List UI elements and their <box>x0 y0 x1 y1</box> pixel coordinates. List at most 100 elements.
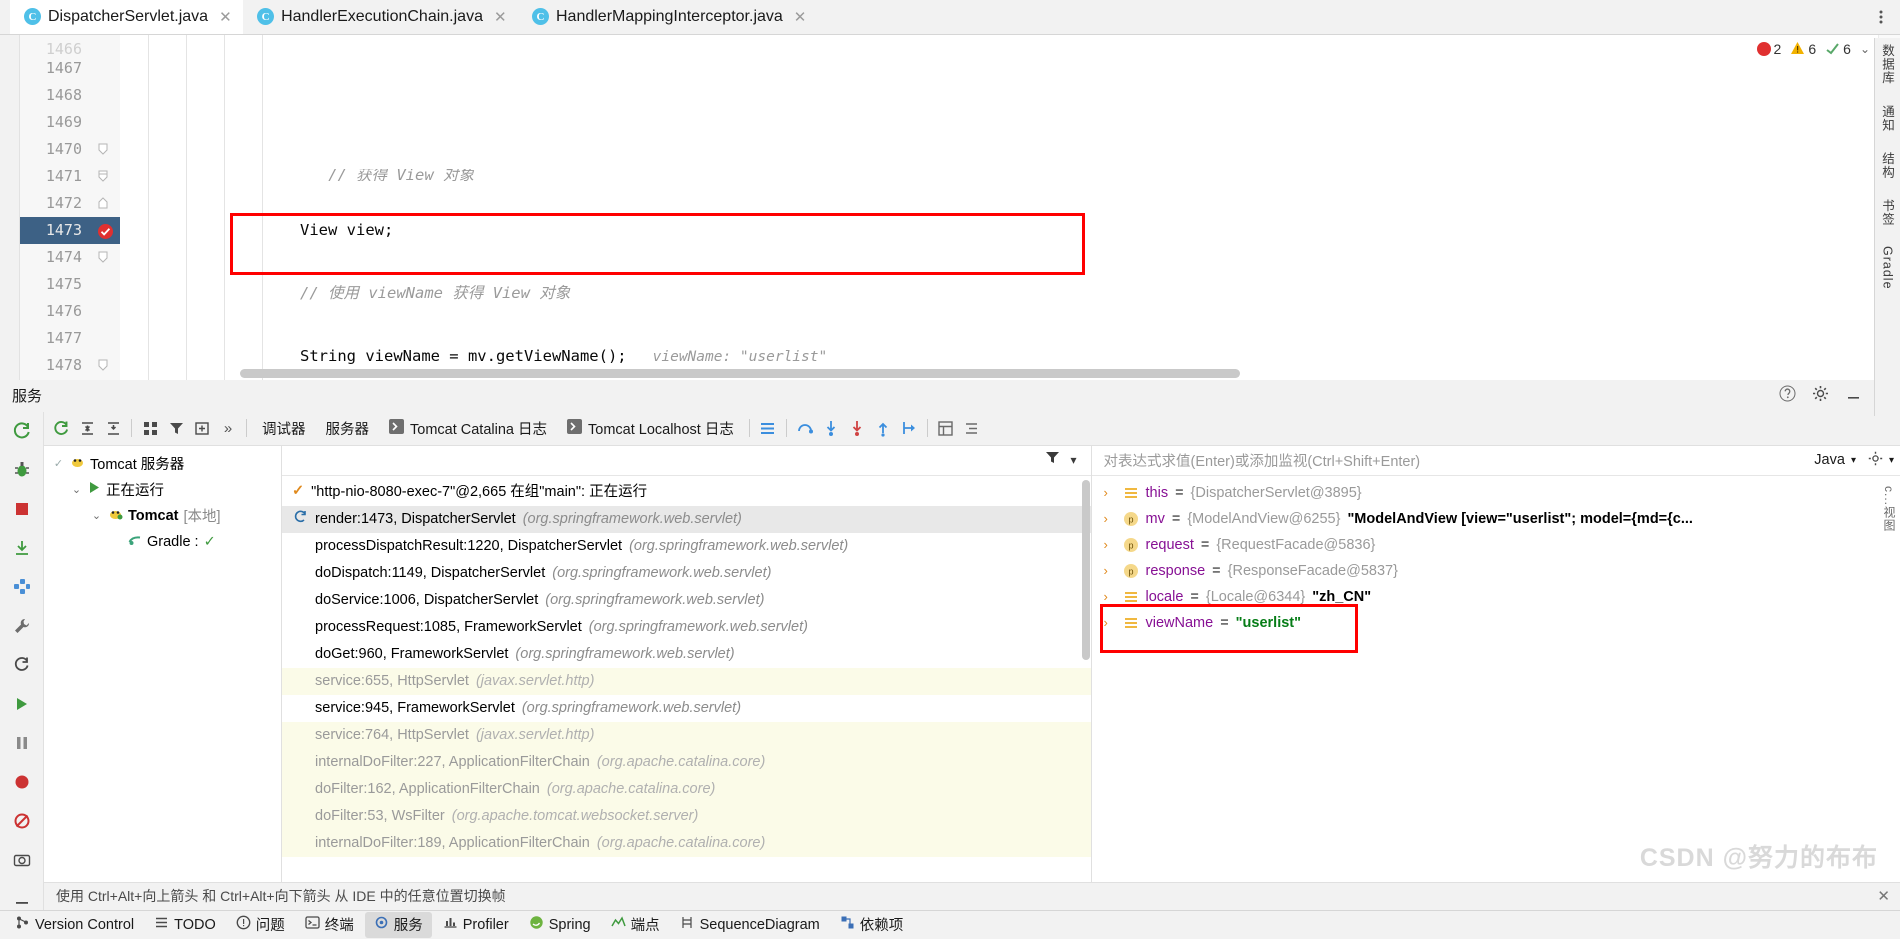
chevron-down-icon[interactable]: ⌄ <box>70 483 83 496</box>
fold-icon[interactable] <box>98 359 108 371</box>
stack-frame-row[interactable]: doService:1006, DispatcherServlet (org.sp… <box>282 587 1091 614</box>
editor-tab-dispatcherservlet[interactable]: C DispatcherServlet.java ✕ <box>10 0 244 34</box>
run-to-cursor-icon[interactable] <box>896 415 922 441</box>
tree-item-tomcat-local[interactable]: ⌄ Tomcat [本地] <box>44 503 281 529</box>
force-step-into-icon[interactable] <box>844 415 870 441</box>
code-editor[interactable]: 1466 1467 1468 1469 1470 1471 1472 1473 <box>0 34 1900 380</box>
status-item-endpoints[interactable]: 端点 <box>602 912 669 938</box>
chevron-right-icon[interactable]: › <box>1104 589 1116 604</box>
fold-icon[interactable] <box>98 143 108 155</box>
stack-frame-row[interactable]: service:945, FrameworkServlet (org.spring… <box>282 695 1091 722</box>
status-item-terminal[interactable]: 终端 <box>296 912 363 938</box>
tool-window-notifications[interactable]: 通知 <box>1878 105 1897 132</box>
close-icon[interactable]: ✕ <box>794 8 807 26</box>
filter-icon[interactable] <box>1045 450 1060 470</box>
restart-icon[interactable] <box>11 654 33 676</box>
stack-frame-row[interactable]: doDispatch:1149, DispatcherServlet (org.s… <box>282 560 1091 587</box>
stack-frame-row[interactable]: render:1473, DispatcherServlet (org.sprin… <box>282 505 1091 533</box>
layout-icon[interactable] <box>11 576 33 598</box>
warning-count-badge[interactable]: 6 <box>1790 41 1816 58</box>
view-breakpoints-icon[interactable] <box>11 810 33 832</box>
variable-row[interactable]: › p response = {ResponseFacade@5837} <box>1092 558 1900 584</box>
collapse-all-icon[interactable] <box>100 415 126 441</box>
evaluate-expression-bar[interactable]: 对表达式求值(Enter)或添加监视(Ctrl+Shift+Enter) Jav… <box>1091 446 1900 476</box>
stack-frame-row[interactable]: service:655, HttpServlet (javax.servlet.h… <box>282 667 1091 695</box>
tab-tomcat-localhost-log[interactable]: Tomcat Localhost 日志 <box>557 415 744 441</box>
chevron-down-icon[interactable]: ⌄ <box>90 509 103 522</box>
tree-item-gradle[interactable]: Gradle : ✓ <box>44 529 281 555</box>
status-item-problems[interactable]: 问题 <box>227 912 294 938</box>
chevron-right-icon[interactable]: › <box>1104 615 1116 630</box>
variable-row[interactable]: › this = {DispatcherServlet@3895} <box>1092 480 1900 506</box>
group-icon[interactable] <box>137 415 163 441</box>
weak-warning-count-badge[interactable]: 6 <box>1825 41 1851 58</box>
tool-window-gradle[interactable]: Gradle <box>1881 246 1895 290</box>
frames-filter-bar[interactable]: ▾ <box>282 445 1091 476</box>
close-icon[interactable]: ✕ <box>1877 887 1890 905</box>
frames-view-icon[interactable] <box>933 415 959 441</box>
stack-frame-row[interactable]: internalDoFilter:189, ApplicationFilterC… <box>282 829 1091 857</box>
settings-icon[interactable] <box>1868 451 1883 470</box>
stop-icon[interactable] <box>11 498 33 520</box>
stack-frame-row[interactable]: internalDoFilter:227, ApplicationFilterC… <box>282 748 1091 776</box>
status-item-services[interactable]: 服务 <box>364 911 432 938</box>
code-text-area[interactable]: // 获得 View 对象 View view; // 使用 viewName … <box>120 34 1878 380</box>
chevron-right-icon[interactable]: › <box>1104 511 1116 526</box>
console-view-icon[interactable] <box>755 415 781 441</box>
variable-row[interactable]: › p mv = {ModelAndView@6255} "ModelAndView [v… <box>1092 506 1900 532</box>
close-icon[interactable]: ✕ <box>494 8 507 26</box>
close-icon[interactable]: ✕ <box>219 8 232 26</box>
hide-icon[interactable] <box>11 888 33 910</box>
thread-row[interactable]: ✓ "http-nio-8080-exec-7"@2,665 在组"main":… <box>282 476 1091 506</box>
variables-panel[interactable]: 对表达式求值(Enter)或添加监视(Ctrl+Shift+Enter) Jav… <box>1090 445 1900 882</box>
expand-all-icon[interactable] <box>74 415 100 441</box>
camera-icon[interactable] <box>11 849 33 871</box>
pause-icon[interactable] <box>11 732 33 754</box>
tab-server[interactable]: 服务器 <box>316 415 380 441</box>
chevron-right-icon[interactable]: › <box>1104 537 1116 552</box>
inspection-summary[interactable]: 2 6 6 ⌄ <box>1756 41 1870 58</box>
stack-frame-row[interactable]: doFilter:162, ApplicationFilterChain (org… <box>282 775 1091 803</box>
chevron-down-icon[interactable]: ▾ <box>1070 453 1076 467</box>
wrench-icon[interactable] <box>11 615 33 637</box>
editor-gutter[interactable]: 1466 1467 1468 1469 1470 1471 1472 1473 <box>20 34 120 380</box>
expand-frames-icon[interactable] <box>11 537 33 559</box>
frames-panel[interactable]: ▾ ✓ "http-nio-8080-exec-7"@2,665 在组"main… <box>282 445 1091 882</box>
gear-icon[interactable] <box>1812 385 1829 406</box>
chevron-down-icon[interactable]: ▾ <box>1889 455 1894 466</box>
tree-item-tomcat-server[interactable]: ✓ Tomcat 服务器 <box>44 451 281 477</box>
filter-icon[interactable] <box>163 415 189 441</box>
fold-icon[interactable] <box>98 170 108 182</box>
resume-icon[interactable] <box>11 693 33 715</box>
fold-icon[interactable] <box>98 251 108 263</box>
stack-frame-row[interactable]: doGet:960, FrameworkServlet (org.springfr… <box>282 641 1091 668</box>
right-tool-strip[interactable]: 数据库 通知 结构 书签 Gradle <box>1874 38 1900 416</box>
chevron-right-icon[interactable]: › <box>1104 485 1116 500</box>
help-icon[interactable] <box>1779 385 1796 406</box>
fold-icon[interactable] <box>98 197 108 209</box>
more-icon[interactable]: » <box>215 415 241 441</box>
stack-frame-row[interactable]: processDispatchResult:1220, DispatcherSe… <box>282 533 1091 560</box>
frames-scrollbar[interactable] <box>1081 479 1090 660</box>
new-watch-icon[interactable] <box>189 415 215 441</box>
tab-options-icon[interactable] <box>1870 0 1892 34</box>
chevron-right-icon[interactable]: ✓ <box>52 457 65 470</box>
tool-window-structure[interactable]: 结构 <box>1878 152 1897 179</box>
tab-tomcat-catalina-log[interactable]: Tomcat Catalina 日志 <box>379 415 557 441</box>
minimize-icon[interactable] <box>1845 385 1862 406</box>
chevron-right-icon[interactable]: › <box>1104 563 1116 578</box>
mute-breakpoints-icon[interactable] <box>11 771 33 793</box>
status-item-todo[interactable]: TODO <box>145 912 225 938</box>
debug-toolbar[interactable]: » 调试器 服务器 Tomcat Catalina 日志 Tomcat Loca… <box>44 411 1900 446</box>
status-bar[interactable]: Version Control TODO 问题 终端 服务 Profiler S… <box>0 909 1900 939</box>
step-over-icon[interactable] <box>792 415 818 441</box>
tab-debugger[interactable]: 调试器 <box>252 415 316 441</box>
breakpoint-icon[interactable] <box>97 222 114 239</box>
step-out-icon[interactable] <box>870 415 896 441</box>
editor-tab-handlerexecutionchain[interactable]: C HandlerExecutionChain.java ✕ <box>243 0 518 34</box>
editor-tab-handlermappinginterceptor[interactable]: C HandlerMappingInterceptor.java ✕ <box>518 0 818 34</box>
rerun-icon[interactable] <box>11 420 33 442</box>
services-tree[interactable]: ✓ Tomcat 服务器 ⌄ 正在运行 ⌄ Tomcat [本地] Gradle… <box>44 445 282 882</box>
tool-window-database[interactable]: 数据库 <box>1878 44 1897 85</box>
language-selector[interactable]: Java ▾ ▾ <box>1814 451 1894 470</box>
